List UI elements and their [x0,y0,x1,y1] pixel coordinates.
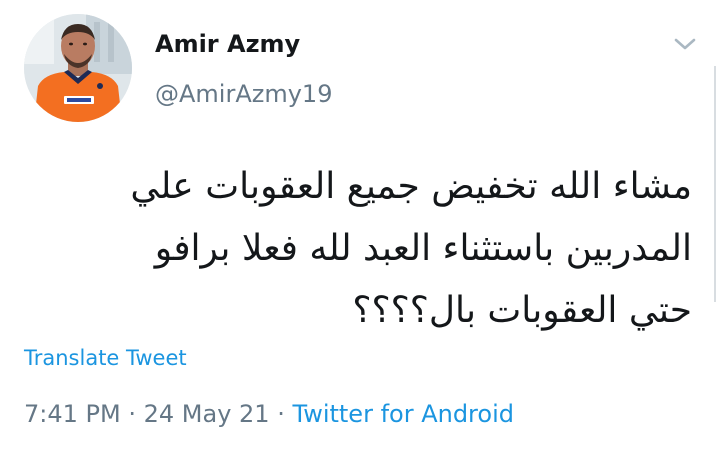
tweet-text-line: مشاء الله تخفيض جميع العقوبات علي [130,166,692,207]
tweet-text-line: حتي العقوبات بال؟؟؟؟ [352,290,692,331]
tweet-text-line: المدربين باستثناء العبد لله فعلا برافو [154,228,692,269]
tweet-source-link[interactable]: Twitter for Android [293,400,514,428]
tweet-time[interactable]: 7:41 PM [24,400,121,428]
separator: · [277,400,285,428]
author-display-name[interactable]: Amir Azmy [155,30,300,58]
translate-tweet-link[interactable]: Translate Tweet [24,346,187,370]
chevron-down-icon[interactable] [672,34,698,54]
tweet-metadata: 7:41 PM · 24 May 21 · Twitter for Androi… [24,400,514,428]
tweet-date[interactable]: 24 May 21 [144,400,270,428]
avatar[interactable] [24,14,132,122]
tweet-detail: Amir Azmy @AmirAzmy19 مشاء الله تخفيض جم… [0,0,720,455]
separator: · [128,400,136,428]
scrollbar[interactable] [714,66,716,302]
tweet-text: مشاء الله تخفيض جميع العقوبات علي المدرب… [40,156,692,342]
profile-photo-icon [24,14,132,122]
author-handle[interactable]: @AmirAzmy19 [155,80,332,108]
